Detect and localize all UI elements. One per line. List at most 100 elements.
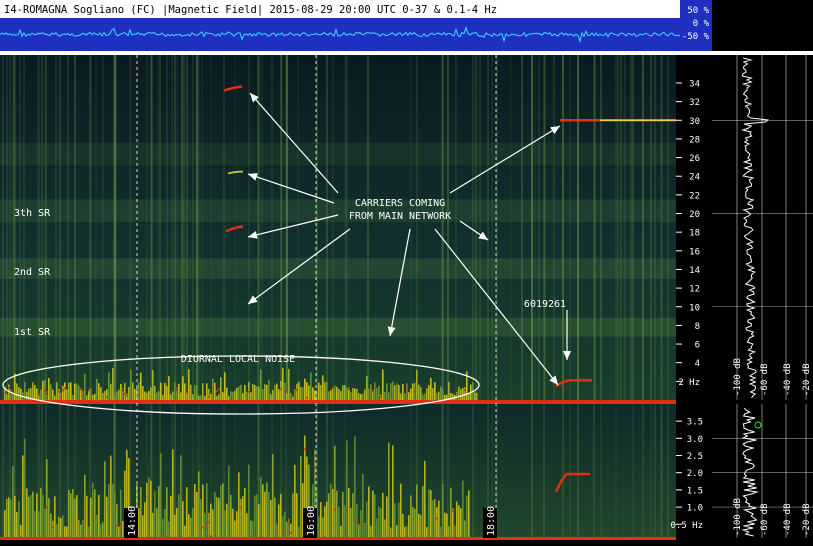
noise-bar [290, 392, 292, 400]
noise-dot [372, 389, 374, 392]
noise-bar [404, 393, 406, 400]
noise-bar [66, 389, 68, 400]
noise-bar [258, 504, 260, 538]
noise-bar [296, 383, 298, 400]
noise-bar [250, 392, 252, 400]
noise-bar [248, 464, 250, 538]
noise-bar [160, 453, 162, 538]
noise-bar [320, 502, 322, 538]
sr1-label: 1st SR [14, 327, 51, 338]
db-tick: -60 dB [760, 503, 770, 536]
noise-bar [438, 500, 440, 538]
noise-dot [464, 389, 466, 392]
noise-bar [374, 494, 376, 538]
noise-bar [242, 393, 244, 400]
noise-bar [180, 455, 182, 538]
noise-bar [196, 491, 198, 538]
noise-dot [218, 388, 220, 391]
time-tick: 18:00 [483, 506, 497, 538]
noise-bar [392, 381, 394, 400]
noise-bar [428, 385, 430, 400]
noise-bar [148, 390, 150, 400]
noise-bar [328, 493, 330, 538]
id-label: 6019261 [524, 299, 566, 310]
noise-bar [380, 508, 382, 538]
noise-bar [250, 520, 252, 538]
noise-bar [374, 382, 376, 400]
noise-bar [426, 388, 428, 400]
noise-bar [26, 391, 28, 400]
noise-bar [144, 502, 146, 538]
noise-dot [208, 521, 210, 524]
noise-dot [38, 393, 40, 396]
noise-dot [216, 389, 218, 392]
noise-bar [12, 393, 14, 400]
noise-bar [242, 496, 244, 538]
noise-bar [444, 512, 446, 538]
noise-bar [382, 369, 384, 400]
noise-bar [84, 474, 86, 538]
noise-bar [34, 385, 36, 400]
sr-band [0, 142, 676, 166]
noise-bar [40, 389, 42, 400]
noise-bar [26, 488, 28, 538]
noise-bar [246, 391, 248, 400]
noise-bar [312, 387, 314, 400]
noise-bar [290, 523, 292, 538]
noise-bar [200, 499, 202, 538]
noise-bar [84, 373, 86, 400]
noise-bar [440, 526, 442, 538]
noise-bar [14, 373, 16, 400]
noise-bar [350, 507, 352, 538]
noise-dot [124, 392, 126, 395]
noise-bar [198, 471, 200, 538]
noise-bar [50, 384, 52, 400]
noise-bar [6, 394, 8, 400]
noise-bar [406, 383, 408, 400]
noise-bar [422, 486, 424, 538]
noise-bar [218, 394, 220, 400]
noise-bar [376, 518, 378, 538]
red-divider [0, 400, 676, 404]
noise-dot [284, 390, 286, 393]
noise-bar [462, 480, 464, 538]
noise-bar [78, 385, 80, 400]
noise-dot [120, 522, 122, 525]
noise-bar [46, 394, 48, 400]
noise-bar [162, 519, 164, 538]
noise-bar [118, 526, 120, 538]
noise-bar [320, 385, 322, 400]
noise-bar [58, 516, 60, 538]
noise-bar [356, 504, 358, 538]
noise-dot [202, 526, 204, 529]
noise-bar [24, 438, 26, 538]
noise-bar [82, 520, 84, 538]
noise-bar [370, 525, 372, 538]
ytick-label: 3.0 [687, 435, 703, 445]
noise-bar [418, 384, 420, 400]
noise-bar [70, 382, 72, 400]
noise-dot [62, 389, 64, 392]
noise-bar [326, 382, 328, 400]
noise-bar [334, 445, 336, 538]
noise-bar [32, 382, 34, 400]
noise-dot [106, 396, 108, 399]
separator [0, 51, 813, 55]
noise-bar [58, 388, 60, 400]
db-tick-label: -40 dB [783, 503, 793, 536]
db-tick: -100 dB [733, 498, 743, 536]
noise-dot [10, 393, 12, 396]
noise-bar [394, 385, 396, 400]
noise-bar [288, 518, 290, 538]
noise-bar [338, 506, 340, 538]
noise-bar [118, 389, 120, 400]
noise-bar [362, 393, 364, 400]
noise-bar [122, 390, 124, 400]
noise-bar [164, 508, 166, 538]
noise-bar [276, 523, 278, 538]
db-tick: -60 dB [760, 363, 770, 396]
noise-bar [336, 490, 338, 538]
noise-bar [424, 393, 426, 400]
noise-bar [150, 480, 152, 538]
noise-bar [112, 483, 114, 538]
